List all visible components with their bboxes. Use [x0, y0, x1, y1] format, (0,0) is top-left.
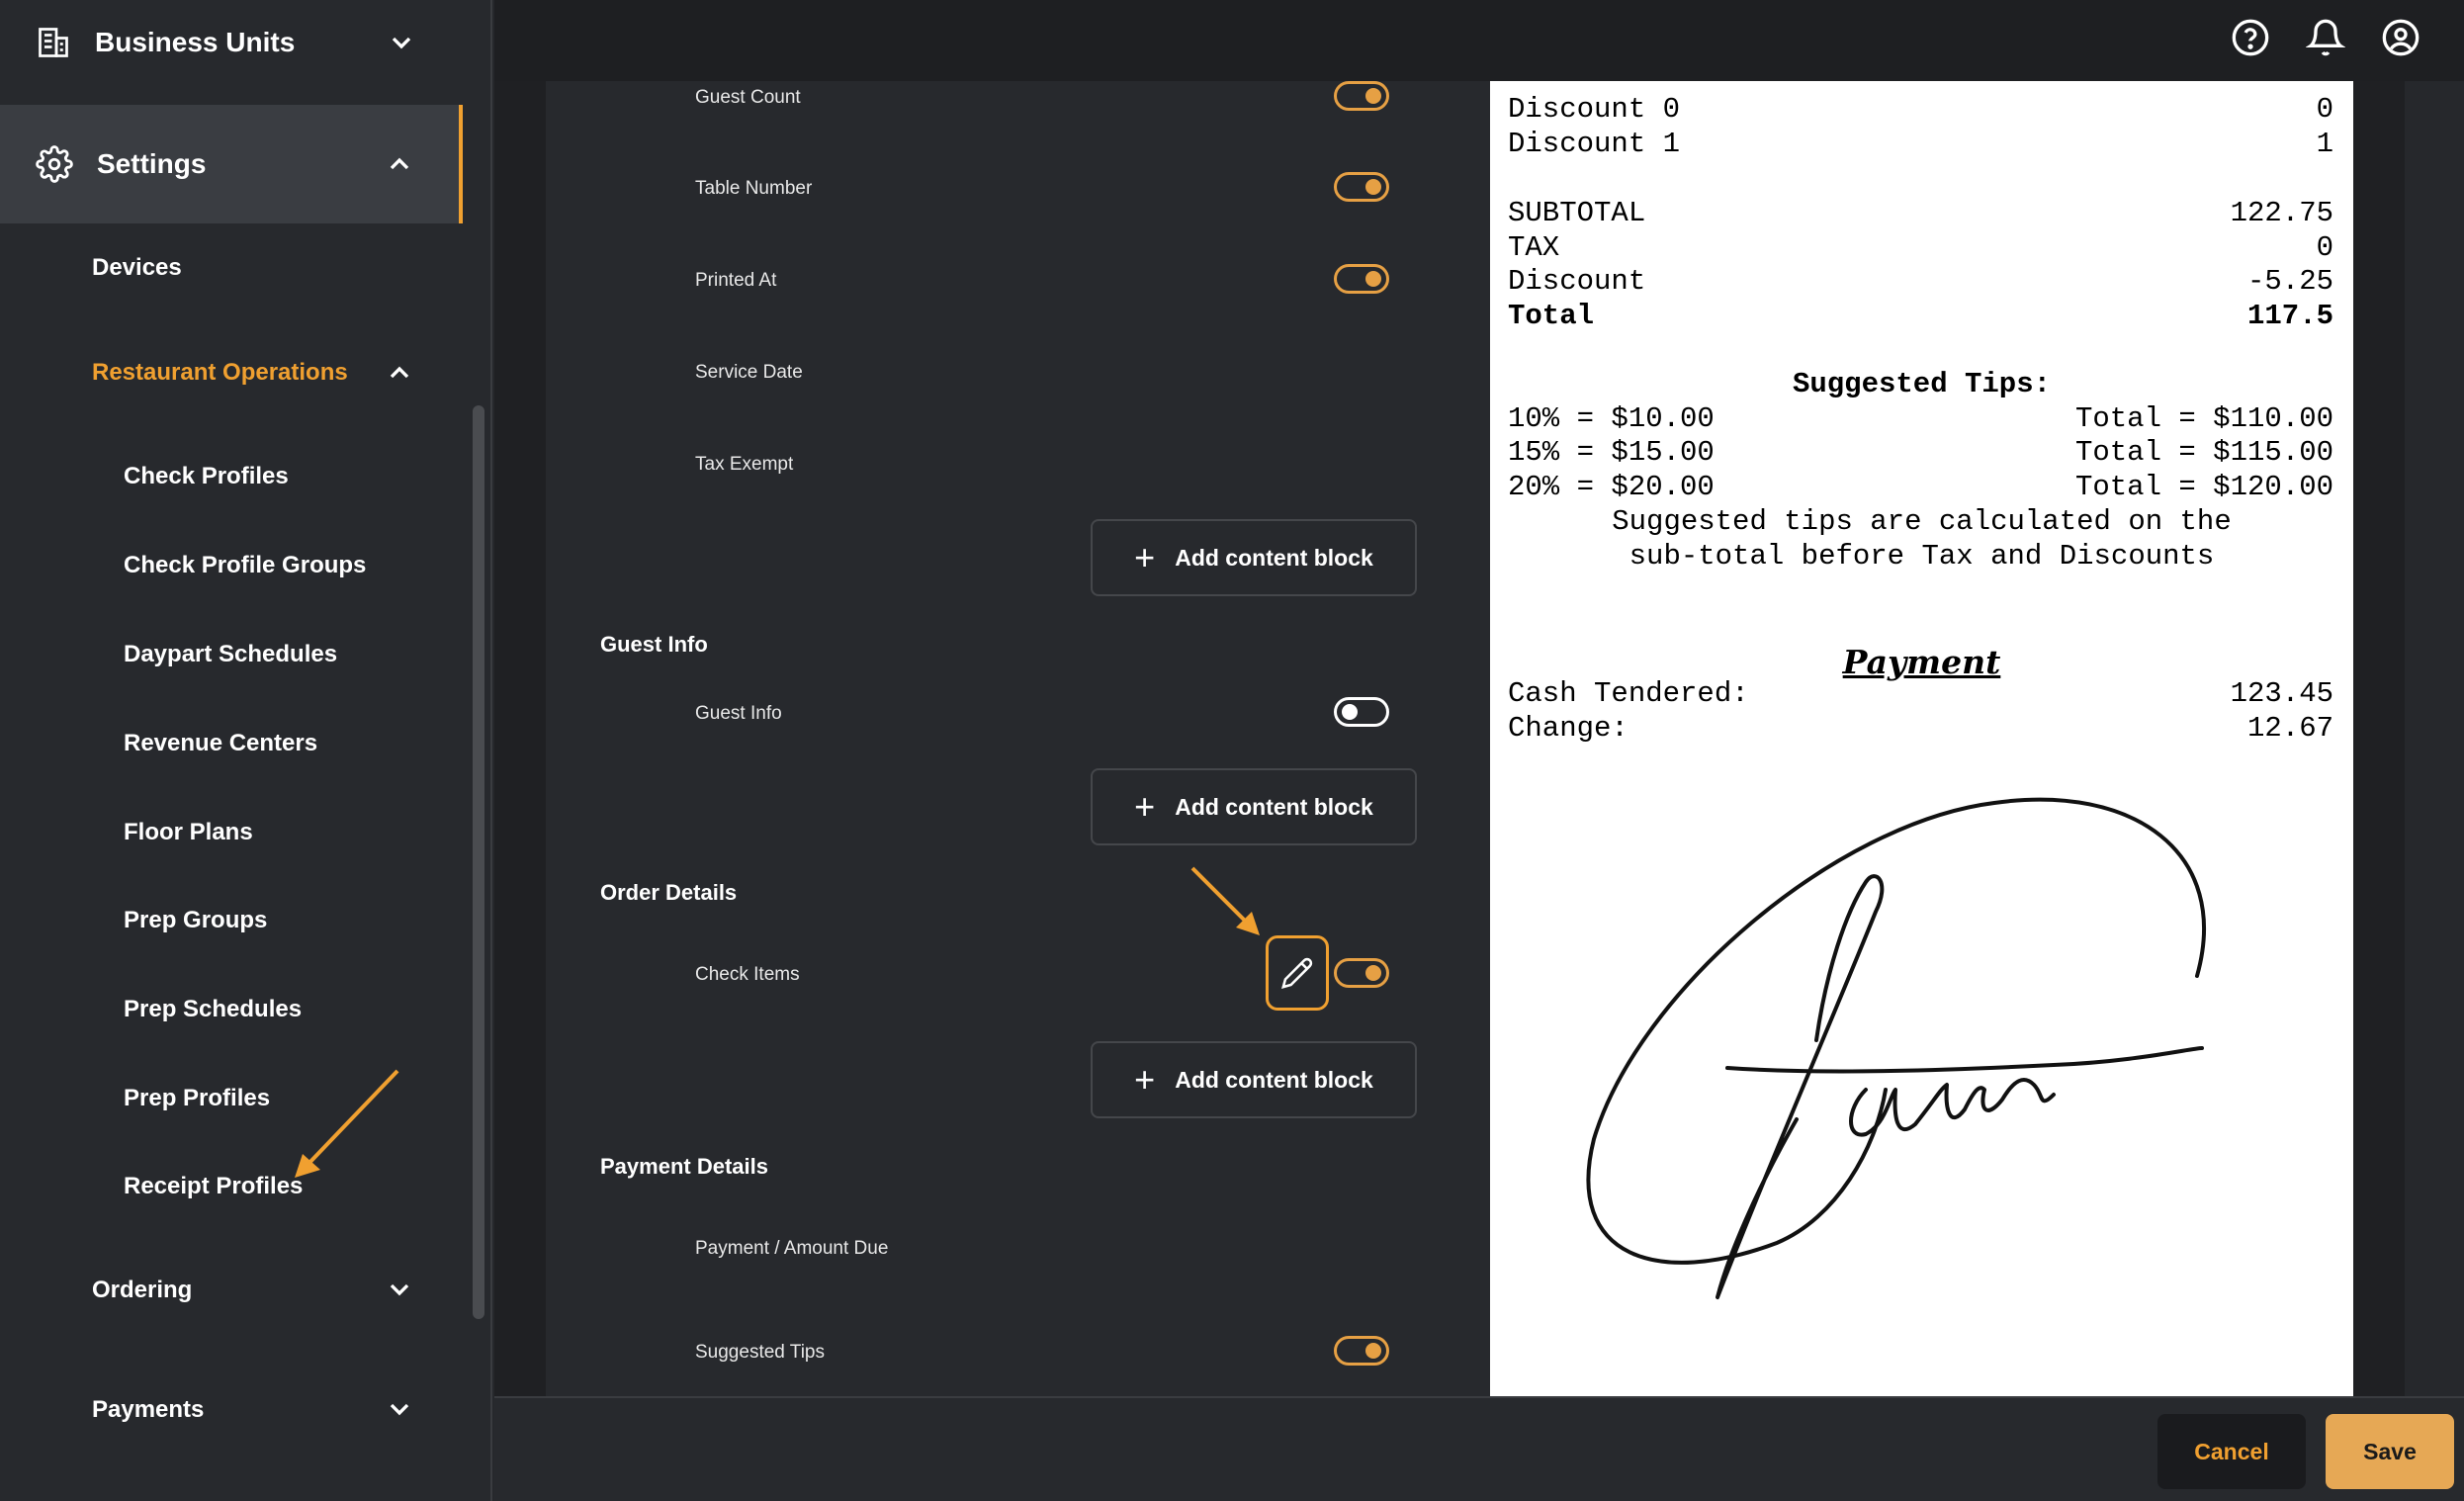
- row-label-printed-at: Printed At: [695, 270, 777, 291]
- row-label-guest-count: Guest Count: [695, 87, 801, 108]
- sidebar-item-check-profile-groups[interactable]: Check Profile Groups: [124, 552, 366, 579]
- sidebar-scrollbar[interactable]: [473, 405, 484, 1319]
- receipt-line-cash-tendered: Cash Tendered: 123.45: [1508, 677, 2333, 710]
- row-label-suggested-tips: Suggested Tips: [695, 1342, 825, 1363]
- chevron-up-icon: [390, 366, 409, 379]
- sidebar-item-daypart-schedules[interactable]: Daypart Schedules: [124, 641, 337, 668]
- section-title-guest-info: Guest Info: [600, 632, 708, 657]
- sidebar-item-revenue-centers[interactable]: Revenue Centers: [124, 730, 317, 757]
- chevron-down-icon: [392, 37, 411, 49]
- row-label-service-date: Service Date: [695, 362, 803, 383]
- row-label-payment-amount-due: Payment / Amount Due: [695, 1238, 889, 1259]
- chevron-down-icon: [390, 1283, 409, 1296]
- user-icon[interactable]: [2381, 18, 2420, 57]
- guest-info-toggle[interactable]: [1334, 697, 1389, 727]
- sidebar-item-check-profiles[interactable]: Check Profiles: [124, 463, 289, 490]
- receipt-tips-note: sub-total before Tax and Discounts: [1628, 540, 2215, 573]
- receipt-line-discount-0: Discount 00: [1508, 93, 2333, 126]
- sidebar-item-prep-schedules[interactable]: Prep Schedules: [124, 996, 302, 1023]
- receipt-line-subtotal: SUBTOTAL 122.75: [1508, 197, 2333, 229]
- guest-count-toggle[interactable]: [1334, 81, 1389, 111]
- main-content: Guest Count Table Number Printed At Serv…: [494, 81, 2464, 1396]
- receipt-preview: Discount 00 Discount 11 SUBTOTAL 122.75 T…: [1490, 81, 2353, 1396]
- row-label-guest-info: Guest Info: [695, 703, 782, 724]
- save-button[interactable]: Save: [2326, 1414, 2454, 1489]
- pencil-icon: [1281, 957, 1313, 989]
- bell-icon[interactable]: [2306, 18, 2345, 57]
- add-content-block-button[interactable]: + Add content block: [1091, 519, 1417, 596]
- receipt-line-discount: Discount -5.25: [1508, 265, 2333, 298]
- right-strip: [2405, 81, 2464, 1396]
- sidebar-item-receipt-profiles[interactable]: Receipt Profiles: [124, 1173, 303, 1200]
- sidebar-item-ordering[interactable]: Ordering: [92, 1277, 192, 1304]
- edit-button[interactable]: [1266, 935, 1329, 1011]
- building-icon: [39, 28, 68, 57]
- top-bar: [494, 0, 2464, 81]
- receipt-tip-line: 15% = $15.00 Total = $115.00: [1508, 436, 2333, 469]
- table-number-toggle[interactable]: [1334, 172, 1389, 202]
- row-label-tax-exempt: Tax Exempt: [695, 454, 794, 475]
- business-units-menu[interactable]: Business Units: [0, 0, 492, 85]
- row-label-check-items: Check Items: [695, 964, 800, 985]
- receipt-line-discount-1: Discount 11: [1508, 128, 2333, 160]
- receipt-tip-line: 20% = $20.00 Total = $120.00: [1508, 471, 2333, 503]
- sidebar-item-devices[interactable]: Devices: [92, 254, 182, 282]
- section-title-payment-details: Payment Details: [600, 1154, 768, 1179]
- receipt-settings-panel: Guest Count Table Number Printed At Serv…: [546, 81, 1490, 1396]
- section-title-order-details: Order Details: [600, 880, 738, 905]
- sidebar-item-prep-profiles[interactable]: Prep Profiles: [124, 1085, 270, 1112]
- suggested-tips-toggle[interactable]: [1334, 1336, 1389, 1366]
- receipt-tips-title: Suggested Tips:: [1792, 368, 2052, 400]
- help-icon[interactable]: [2231, 18, 2270, 57]
- business-units-label: Business Units: [95, 27, 296, 57]
- row-label-table-number: Table Number: [695, 178, 813, 199]
- add-content-block-button[interactable]: + Add content block: [1091, 768, 1417, 845]
- sidebar-item-floor-plans[interactable]: Floor Plans: [124, 819, 253, 846]
- settings-label: Settings: [97, 148, 207, 179]
- receipt-payment-title: Payment: [1842, 643, 2001, 681]
- add-content-block-button[interactable]: + Add content block: [1091, 1041, 1417, 1118]
- check-items-toggle[interactable]: [1334, 958, 1389, 988]
- sidebar: Business Units Settings Devices Restaura…: [0, 0, 492, 1501]
- receipt-line-change: Change: 12.67: [1508, 712, 2333, 745]
- sidebar-item-restaurant-operations[interactable]: Restaurant Operations: [92, 359, 348, 387]
- printed-at-toggle[interactable]: [1334, 264, 1389, 294]
- receipt-line-total: Total 117.5: [1508, 300, 2333, 332]
- sidebar-item-prep-groups[interactable]: Prep Groups: [124, 907, 267, 934]
- cancel-button[interactable]: Cancel: [2157, 1414, 2306, 1489]
- footer-bar: Cancel Save: [494, 1396, 2464, 1501]
- receipt-line-tax: TAX 0: [1508, 231, 2333, 264]
- settings-menu[interactable]: Settings: [0, 105, 463, 223]
- arrow-annotation-icon: [1190, 866, 1260, 935]
- chevron-down-icon: [390, 1403, 409, 1416]
- receipt-tip-line: 10% = $10.00 Total = $110.00: [1508, 402, 2333, 435]
- sidebar-item-payments[interactable]: Payments: [92, 1396, 204, 1424]
- signature-image: [1586, 797, 2206, 1299]
- chevron-up-icon: [390, 157, 409, 170]
- app-root: Business Units Settings Devices Restaura…: [0, 0, 2464, 1501]
- receipt-tips-note: Suggested tips are calculated on the: [1612, 505, 2232, 538]
- gear-icon: [36, 145, 73, 183]
- arrow-annotation-icon: [295, 1069, 399, 1178]
